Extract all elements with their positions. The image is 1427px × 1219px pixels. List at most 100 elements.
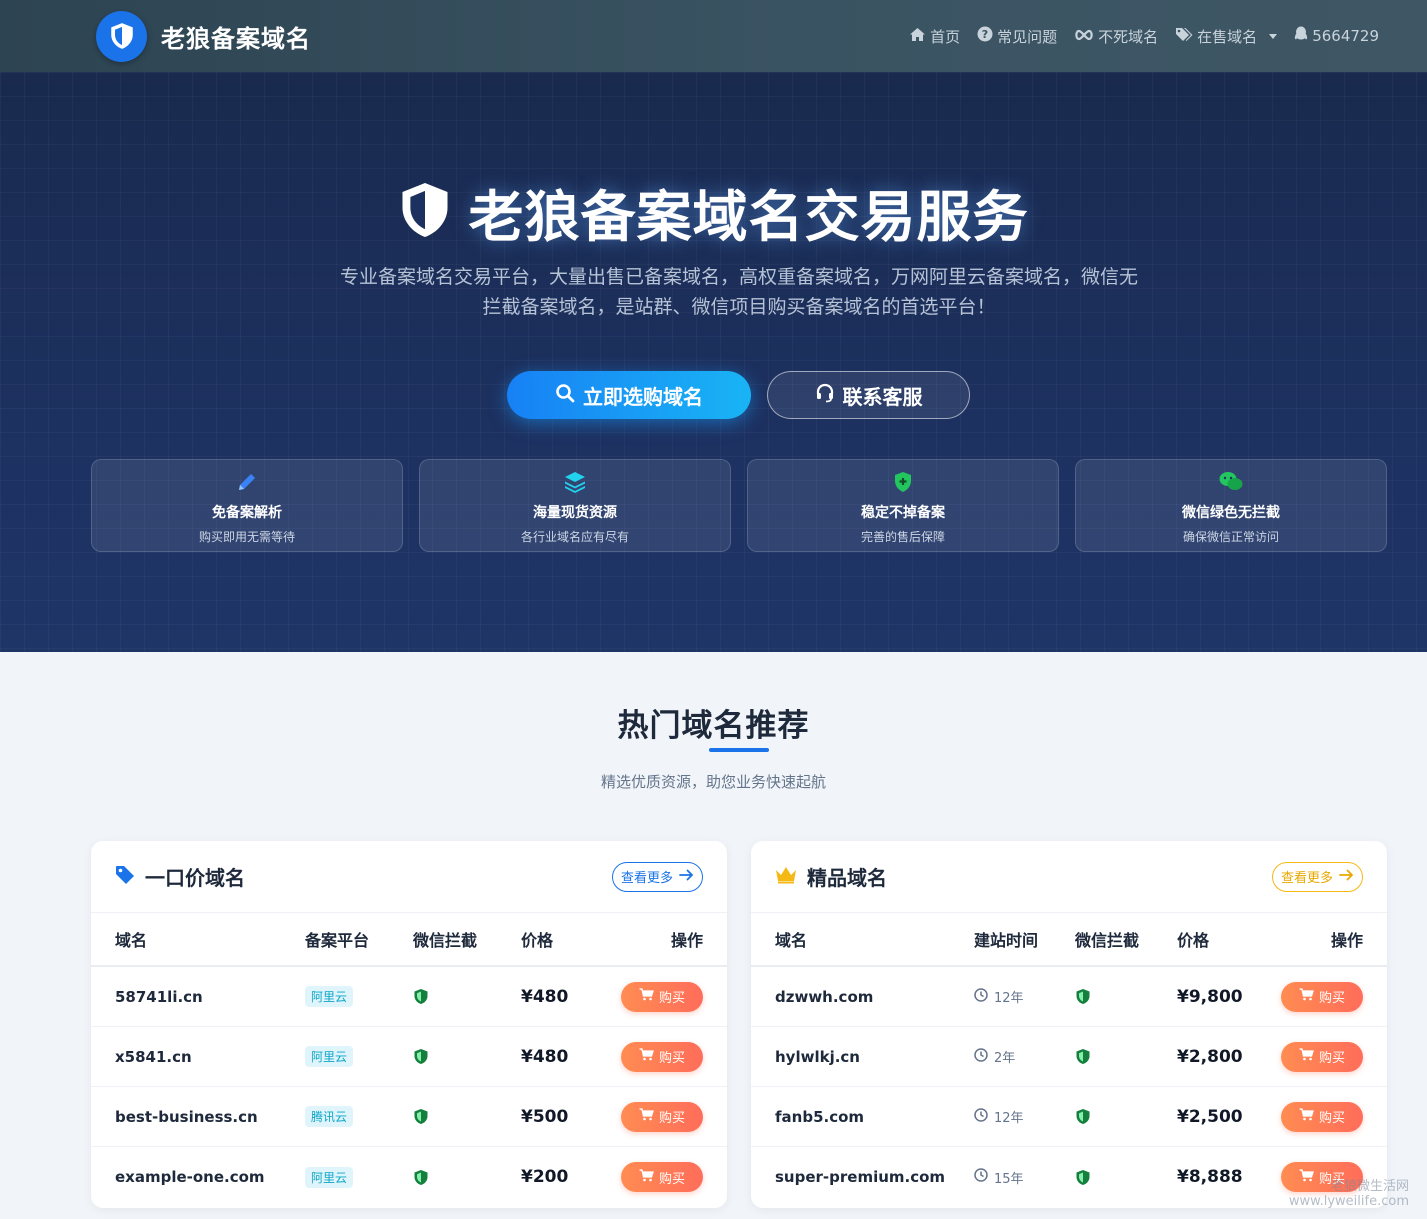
buy-label: 购买 — [1318, 991, 1345, 1006]
navbar: 老狼备案域名 首页 ? 常见问题 不死域名 在售域名 5664729 — [0, 0, 1427, 72]
nav-undead-domains[interactable]: 不死域名 — [1074, 26, 1158, 47]
platform-badge: 阿里云 — [305, 1166, 354, 1188]
table-row: x5841.cn 阿里云 ¥480 购买 — [91, 1027, 727, 1087]
view-more-button[interactable]: 查看更多 — [1271, 861, 1363, 892]
table-row: hylwlkj.cn 2年 ¥2,800 购买 — [751, 1027, 1387, 1087]
nav-qq[interactable]: 5664729 — [1294, 26, 1379, 46]
column-header: 微信拦截 — [1075, 931, 1140, 950]
buy-label: 购买 — [658, 991, 685, 1006]
buy-button[interactable]: 购买 — [1281, 981, 1363, 1012]
table-row: 58741li.cn 阿里云 ¥480 购买 — [91, 967, 727, 1027]
view-more-label: 查看更多 — [620, 871, 673, 886]
table-row: fanb5.com 12年 ¥2,500 购买 — [751, 1087, 1387, 1147]
table-row: example-one.com 阿里云 ¥200 购买 — [91, 1147, 727, 1207]
watermark-line1: 老狼微生活网 — [1330, 1179, 1409, 1194]
home-icon — [909, 27, 926, 46]
wechat-safe-shield-icon — [1075, 988, 1177, 1005]
clock-icon — [974, 1168, 988, 1186]
buy-button[interactable]: 购买 — [621, 1041, 703, 1072]
site-age: 12年 — [994, 991, 1024, 1006]
search-icon — [555, 383, 575, 408]
feature-title: 海量现货资源 — [533, 505, 617, 521]
tags-icon — [1175, 27, 1193, 46]
domain-name[interactable]: example-one.com — [115, 1168, 305, 1186]
feature-title: 微信绿色无拦截 — [1182, 505, 1280, 521]
domain-name[interactable]: best-business.cn — [115, 1108, 305, 1126]
buy-button[interactable]: 购买 — [1281, 1101, 1363, 1132]
cart-icon — [639, 1048, 654, 1065]
hero-title: 老狼备案域名交易服务 — [0, 172, 1427, 252]
crown-icon — [775, 866, 797, 888]
nav-faq[interactable]: ? 常见问题 — [977, 26, 1057, 47]
price: ¥8,888 — [1177, 1167, 1243, 1187]
column-header: 备案平台 — [305, 931, 370, 950]
card-title: 一口价域名 — [145, 866, 245, 890]
hero-section: 老狼备案域名交易服务 专业备案域名交易平台，大量出售已备案域名，高权重备案域名，… — [0, 72, 1427, 652]
cart-icon — [639, 988, 654, 1005]
question-icon: ? — [977, 26, 993, 46]
card-title: 精品域名 — [807, 866, 887, 890]
column-header: 微信拦截 — [413, 931, 478, 950]
qq-icon — [1294, 26, 1308, 46]
domain-name[interactable]: fanb5.com — [775, 1108, 974, 1126]
layers-icon — [563, 470, 587, 498]
domain-name[interactable]: hylwlkj.cn — [775, 1048, 974, 1066]
platform-badge: 阿里云 — [305, 986, 354, 1007]
table-row: dzwwh.com 12年 ¥9,800 购买 — [751, 967, 1387, 1027]
column-header: 建站时间 — [974, 931, 1039, 950]
clock-icon — [974, 1107, 988, 1126]
price: ¥480 — [521, 986, 569, 1007]
headset-icon — [815, 383, 835, 408]
view-more-button[interactable]: 查看更多 — [611, 861, 703, 892]
nav-home[interactable]: 首页 — [909, 26, 960, 47]
price: ¥2,500 — [1177, 1106, 1243, 1127]
wechat-safe-shield-icon — [413, 1048, 521, 1065]
buy-button[interactable]: 购买 — [621, 1101, 703, 1132]
feature-desc: 完善的售后保障 — [860, 530, 945, 544]
nav-on-sale-dropdown[interactable]: 在售域名 — [1175, 26, 1278, 47]
domain-name[interactable]: x5841.cn — [115, 1048, 305, 1066]
table-body: dzwwh.com 12年 ¥9,800 购买 hylwlkj.cn 2年 ¥2… — [751, 967, 1387, 1207]
price: ¥9,800 — [1177, 986, 1243, 1007]
wechat-safe-shield-icon — [413, 1108, 521, 1125]
buy-button[interactable]: 购买 — [1281, 1041, 1363, 1072]
fixed-price-card: 一口价域名 查看更多 域名 备案平台 微信拦截 价格 操作 58741li.cn… — [91, 841, 727, 1208]
wechat-safe-shield-icon — [413, 1169, 521, 1186]
contact-support-button[interactable]: 联系客服 — [767, 371, 970, 419]
cart-icon — [1299, 1048, 1314, 1065]
buy-button[interactable]: 购买 — [621, 981, 703, 1012]
buy-button[interactable]: 购买 — [621, 1162, 703, 1192]
site-age: 12年 — [994, 1111, 1024, 1126]
column-header: 价格 — [521, 931, 554, 950]
shield-logo-icon — [96, 10, 147, 62]
section-title: 热门域名推荐 — [617, 708, 810, 744]
wechat-safe-shield-icon — [1075, 1108, 1177, 1125]
feature-title: 稳定不掉备案 — [861, 505, 945, 521]
tag-icon — [115, 865, 135, 889]
table-body: 58741li.cn 阿里云 ¥480 购买 x5841.cn 阿里云 ¥480… — [91, 967, 727, 1207]
cart-icon — [1299, 988, 1314, 1005]
watermark-line2: www.lyweilife.com — [1288, 1194, 1409, 1209]
feature-card: 海量现货资源 各行业域名应有尽有 — [419, 459, 731, 552]
premium-card: 精品域名 查看更多 域名 建站时间 微信拦截 价格 操作 dzwwh.com 1… — [751, 841, 1387, 1208]
table-header: 域名 建站时间 微信拦截 价格 操作 — [751, 913, 1387, 967]
card-header: 精品域名 查看更多 — [751, 841, 1387, 913]
domain-name[interactable]: super-premium.com — [775, 1168, 974, 1186]
feature-card: 免备案解析 购买即用无需等待 — [91, 459, 403, 552]
wechat-icon — [1218, 470, 1244, 498]
hero-heading: 老狼备案域名交易服务 — [468, 185, 1029, 249]
wechat-safe-shield-icon — [1075, 1169, 1177, 1186]
main-nav: 首页 ? 常见问题 不死域名 在售域名 5664729 — [909, 26, 1379, 47]
chevron-down-icon — [1269, 33, 1278, 39]
arrow-right-icon — [679, 869, 694, 885]
feature-card: 微信绿色无拦截 确保微信正常访问 — [1075, 459, 1387, 552]
platform-badge: 腾讯云 — [305, 1106, 354, 1127]
watermark: 老狼微生活网 www.lyweilife.com — [1289, 1179, 1409, 1209]
domain-name[interactable]: 58741li.cn — [115, 988, 305, 1006]
buy-label: 购买 — [1318, 1051, 1345, 1066]
cart-icon — [639, 1168, 654, 1186]
domain-name[interactable]: dzwwh.com — [775, 988, 974, 1006]
brand[interactable]: 老狼备案域名 — [96, 10, 311, 62]
shop-domains-button[interactable]: 立即选购域名 — [507, 371, 751, 419]
clock-icon — [974, 987, 988, 1006]
